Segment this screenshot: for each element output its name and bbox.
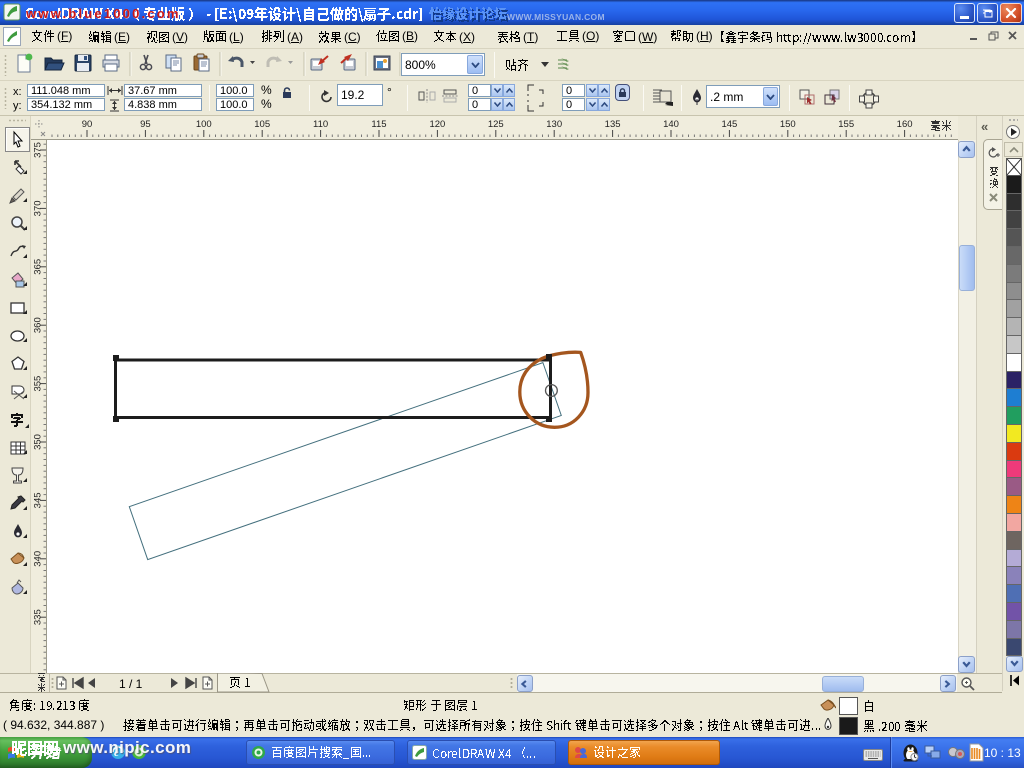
- svg-text:345: 345: [33, 492, 44, 508]
- svg-text:370: 370: [33, 200, 44, 216]
- svg-text:135: 135: [605, 119, 621, 130]
- svg-text:160: 160: [897, 119, 913, 130]
- svg-text:360: 360: [33, 317, 44, 333]
- svg-text:120: 120: [429, 119, 445, 130]
- svg-text:115: 115: [371, 119, 386, 130]
- svg-text:375: 375: [33, 142, 44, 158]
- svg-text:355: 355: [33, 376, 44, 392]
- svg-text:150: 150: [780, 119, 796, 130]
- svg-text:95: 95: [140, 119, 151, 130]
- svg-text:350: 350: [33, 434, 44, 450]
- svg-text:100: 100: [196, 119, 212, 130]
- svg-text:90: 90: [82, 119, 93, 130]
- svg-text:365: 365: [33, 259, 44, 275]
- svg-text:1 / 1: 1 / 1: [119, 677, 143, 691]
- svg-text:145: 145: [721, 119, 737, 130]
- svg-text:140: 140: [663, 119, 679, 130]
- svg-text:125: 125: [488, 119, 504, 130]
- svg-text:105: 105: [254, 119, 270, 130]
- svg-text:335: 335: [33, 609, 44, 625]
- svg-text:130: 130: [546, 119, 562, 130]
- svg-text:340: 340: [33, 551, 44, 567]
- svg-text:110: 110: [313, 119, 328, 130]
- svg-text:155: 155: [838, 119, 854, 130]
